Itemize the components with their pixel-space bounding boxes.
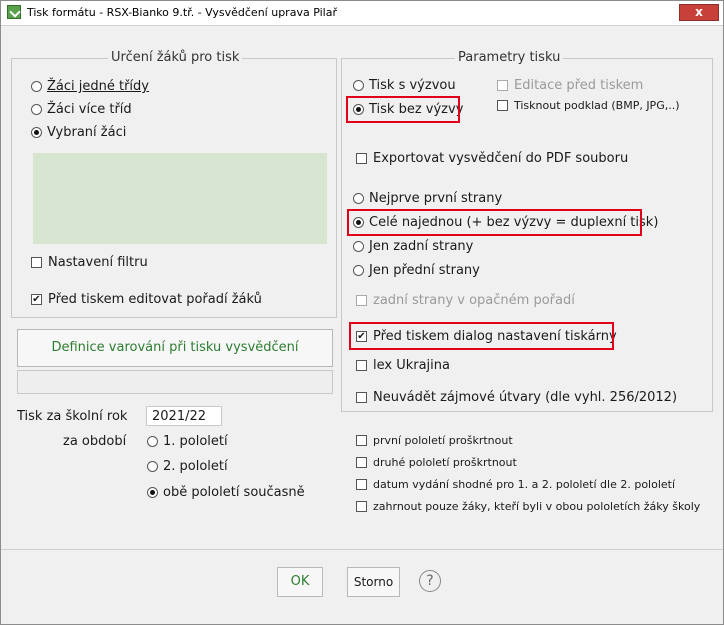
radio-indicator bbox=[147, 487, 158, 498]
checkbox-indicator bbox=[497, 80, 508, 91]
radio-tisk-s-vyzvou[interactable]: Tisk s výzvou bbox=[353, 78, 456, 93]
filter-checkbox[interactable]: Nastavení filtru bbox=[31, 255, 148, 270]
radio-indicator bbox=[353, 80, 364, 91]
radio-indicator bbox=[31, 81, 42, 92]
radio-indicator bbox=[147, 436, 158, 447]
checkbox-indicator bbox=[356, 360, 367, 371]
checkbox-indicator bbox=[356, 501, 367, 512]
definice-varovani-button[interactable]: Definice varování při tisku vysvědčení bbox=[17, 329, 333, 367]
radio-one-class[interactable]: Žáci jedné třídy bbox=[31, 79, 149, 94]
edit-order-checkbox-label: Před tiskem editovat pořadí žáků bbox=[48, 292, 262, 307]
radio-indicator bbox=[31, 104, 42, 115]
radio-more-classes[interactable]: Žáci více tříd bbox=[31, 102, 132, 117]
prvni-checkbox-label: první pololetí proškrtnout bbox=[373, 434, 513, 447]
highlight-box bbox=[347, 209, 642, 236]
editace-checkbox[interactable]: Editace před tiskem bbox=[497, 78, 643, 93]
datum-checkbox-label: datum vydání shodné pro 1. a 2. pololetí… bbox=[373, 478, 676, 491]
radio-nejprve[interactable]: Nejprve první strany bbox=[353, 191, 502, 206]
zahrnout-checkbox[interactable]: zahrnout pouze žáky, kteří byli v obou p… bbox=[356, 500, 700, 513]
druhe-checkbox-label: druhé pololetí proškrtnout bbox=[373, 456, 517, 469]
radio-one-class-label: Žáci jedné třídy bbox=[47, 79, 149, 94]
radio-indicator bbox=[353, 241, 364, 252]
checkbox-indicator bbox=[356, 479, 367, 490]
datum-checkbox[interactable]: datum vydání shodné pro 1. a 2. pololetí… bbox=[356, 478, 675, 491]
info-field bbox=[17, 370, 333, 394]
radio-indicator bbox=[31, 127, 42, 138]
radio-period-2[interactable]: 2. pololetí bbox=[147, 459, 228, 474]
radio-more-classes-label: Žáci více tříd bbox=[47, 102, 132, 117]
export-pdf-checkbox-label: Exportovat vysvědčení do PDF souboru bbox=[373, 151, 629, 166]
radio-period-both[interactable]: obě pololetí současně bbox=[147, 485, 305, 500]
checkbox-indicator bbox=[356, 392, 367, 403]
prvni-checkbox[interactable]: první pololetí proškrtnout bbox=[356, 434, 513, 447]
year-label: Tisk za školní rok bbox=[17, 409, 128, 424]
checkbox-indicator bbox=[356, 295, 367, 306]
radio-selected-students-label: Vybraní žáci bbox=[47, 125, 127, 140]
opacne-checkbox-label: zadní strany v opačném pořadí bbox=[373, 293, 575, 308]
export-pdf-checkbox[interactable]: Exportovat vysvědčení do PDF souboru bbox=[356, 151, 628, 166]
highlight-box bbox=[346, 96, 460, 123]
highlight-box bbox=[349, 322, 614, 350]
radio-jen-predni-label: Jen přední strany bbox=[369, 263, 480, 278]
radio-tisk-s-vyzvou-label: Tisk s výzvou bbox=[369, 78, 456, 93]
radio-period-1[interactable]: 1. pololetí bbox=[147, 434, 228, 449]
window-title: Tisk formátu - RSX-Bianko 9.tř. - Vysvěd… bbox=[27, 6, 337, 19]
radio-period-2-label: 2. pololetí bbox=[163, 459, 228, 474]
year-input[interactable]: 2021/22 bbox=[146, 406, 222, 426]
lex-checkbox[interactable]: lex Ukrajina bbox=[356, 358, 450, 373]
filter-checkbox-label: Nastavení filtru bbox=[48, 255, 148, 270]
radio-period-both-label: obě pololetí současně bbox=[163, 485, 305, 500]
druhe-checkbox[interactable]: druhé pololetí proškrtnout bbox=[356, 456, 517, 469]
students-group-legend: Určení žáků pro tisk bbox=[108, 50, 243, 65]
help-icon[interactable]: ? bbox=[419, 570, 441, 592]
radio-jen-zadni[interactable]: Jen zadní strany bbox=[353, 239, 473, 254]
zahrnout-checkbox-label: zahrnout pouze žáky, kteří byli v obou p… bbox=[373, 500, 701, 513]
storno-button[interactable]: Storno bbox=[347, 567, 400, 597]
close-button[interactable]: x bbox=[679, 4, 719, 21]
checkbox-indicator bbox=[31, 257, 42, 268]
print-params-legend: Parametry tisku bbox=[455, 50, 564, 65]
lex-checkbox-label: lex Ukrajina bbox=[373, 358, 450, 373]
radio-indicator bbox=[147, 461, 158, 472]
checkbox-indicator bbox=[356, 457, 367, 468]
radio-indicator bbox=[353, 193, 364, 204]
neuvadet-checkbox-label: Neuvádět zájmové útvary (dle vyhl. 256/2… bbox=[373, 390, 678, 405]
checkbox-indicator: ✔ bbox=[31, 294, 42, 305]
checkbox-indicator bbox=[356, 435, 367, 446]
radio-jen-predni[interactable]: Jen přední strany bbox=[353, 263, 480, 278]
checkbox-indicator bbox=[356, 153, 367, 164]
print-dialog: Tisk formátu - RSX-Bianko 9.tř. - Vysvěd… bbox=[0, 0, 724, 625]
podklad-checkbox[interactable]: Tisknout podklad (BMP, JPG,..) bbox=[497, 99, 680, 112]
radio-nejprve-label: Nejprve první strany bbox=[369, 191, 503, 206]
period-label: za období bbox=[63, 434, 127, 449]
students-list-area[interactable] bbox=[33, 153, 327, 244]
title-bar: Tisk formátu - RSX-Bianko 9.tř. - Vysvěd… bbox=[1, 1, 723, 26]
app-icon bbox=[7, 5, 21, 19]
edit-order-checkbox[interactable]: ✔ Před tiskem editovat pořadí žáků bbox=[31, 292, 262, 307]
opacne-checkbox[interactable]: zadní strany v opačném pořadí bbox=[356, 293, 575, 308]
radio-selected-students[interactable]: Vybraní žáci bbox=[31, 125, 126, 140]
footer-divider bbox=[1, 549, 723, 550]
editace-checkbox-label: Editace před tiskem bbox=[514, 78, 644, 93]
ok-button[interactable]: OK bbox=[277, 567, 323, 597]
radio-jen-zadni-label: Jen zadní strany bbox=[369, 239, 474, 254]
neuvadet-checkbox[interactable]: Neuvádět zájmové útvary (dle vyhl. 256/2… bbox=[356, 390, 677, 405]
radio-period-1-label: 1. pololetí bbox=[163, 434, 228, 449]
podklad-checkbox-label: Tisknout podklad (BMP, JPG,..) bbox=[514, 99, 680, 112]
radio-indicator bbox=[353, 265, 364, 276]
checkbox-indicator bbox=[497, 100, 508, 111]
